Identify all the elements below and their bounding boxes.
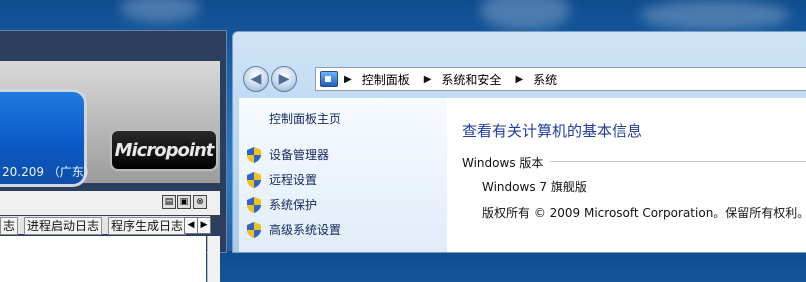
vertical-scrollbar[interactable] (207, 236, 220, 282)
remote-settings-link[interactable]: 远程设置 (247, 171, 317, 188)
status-panel: 20.209 （广东） (0, 89, 96, 187)
tabs-scroll-right-button[interactable]: ▶ (197, 217, 211, 234)
system-protection-link[interactable]: 系统保护 (247, 196, 317, 213)
micropoint-logo: Micropoint (110, 129, 218, 171)
advanced-system-settings-label: 高级系统设置 (269, 223, 342, 237)
windows-edition-section-title: Windows 版本 (462, 156, 544, 170)
tabs-scroll-left-button[interactable]: ◀ (184, 217, 198, 234)
navigation-bar: ◀ ▶ ▶ 控制面板 ▶ 系统和安全 ▶ 系统 (241, 64, 806, 94)
sky-cloud (640, 0, 790, 30)
advanced-system-settings-link[interactable]: 高级系统设置 (247, 221, 341, 238)
control-panel-window: ◀ ▶ ▶ 控制面板 ▶ 系统和安全 ▶ 系统 控制面板主页 设备管理器 远程设… (232, 31, 806, 253)
page-title: 查看有关计算机的基本信息 (462, 122, 643, 140)
chevron-right-icon[interactable]: ▶ (424, 74, 432, 85)
uac-shield-icon (247, 146, 261, 163)
system-info-pane: 查看有关计算机的基本信息 Windows 版本 Windows 7 旗舰版 版权… (447, 98, 806, 252)
tab-process-start-log[interactable]: 进程启动日志 (24, 217, 103, 235)
copyright-text: 版权所有 © 2009 Microsoft Corporation。保留所有权利… (482, 206, 806, 220)
system-protection-label: 系统保护 (269, 198, 318, 212)
windows-edition-value: Windows 7 旗舰版 (482, 180, 587, 194)
chevron-right-icon[interactable]: ▶ (344, 74, 352, 85)
device-manager-link[interactable]: 设备管理器 (247, 146, 329, 163)
sky-cloud (480, 0, 570, 30)
view-window-icon[interactable]: ▣ (177, 195, 191, 209)
device-manager-label: 设备管理器 (269, 148, 330, 162)
sky-cloud (120, 0, 200, 22)
breadcrumb-control-panel[interactable]: 控制面板 (362, 71, 410, 88)
task-pane: 控制面板主页 设备管理器 远程设置 系统保护 高级系统设置 (239, 98, 447, 252)
log-content-area[interactable] (0, 236, 206, 282)
breadcrumb-system[interactable]: 系统 (533, 71, 557, 88)
log-tabs: 志 进程启动日志 程序生成日志 (0, 216, 210, 235)
forward-button[interactable]: ▶ (271, 66, 297, 92)
control-panel-icon (320, 71, 338, 87)
section-divider (550, 161, 806, 162)
uac-shield-icon (247, 221, 261, 238)
uac-shield-icon (247, 171, 261, 188)
remote-settings-label: 远程设置 (269, 173, 318, 187)
micropoint-window: 20.209 （广东） Micropoint ▤ ▣ ⊗ 志 进程启动日志 程序… (0, 30, 227, 282)
ip-location-text: 20.209 （广东） (2, 165, 96, 179)
uac-shield-icon (247, 196, 261, 213)
address-bar[interactable]: ▶ 控制面板 ▶ 系统和安全 ▶ 系统 (315, 67, 806, 91)
chevron-right-icon[interactable]: ▶ (515, 74, 523, 85)
view-list-icon[interactable]: ▤ (162, 195, 176, 209)
back-button[interactable]: ◀ (243, 66, 269, 92)
tab-log-partial[interactable]: 志 (0, 217, 19, 235)
close-panel-icon[interactable]: ⊗ (193, 195, 207, 209)
tab-program-generate-log[interactable]: 程序生成日志 (108, 217, 187, 235)
breadcrumb-system-security[interactable]: 系统和安全 (441, 71, 501, 88)
control-panel-home-link[interactable]: 控制面板主页 (269, 110, 341, 127)
